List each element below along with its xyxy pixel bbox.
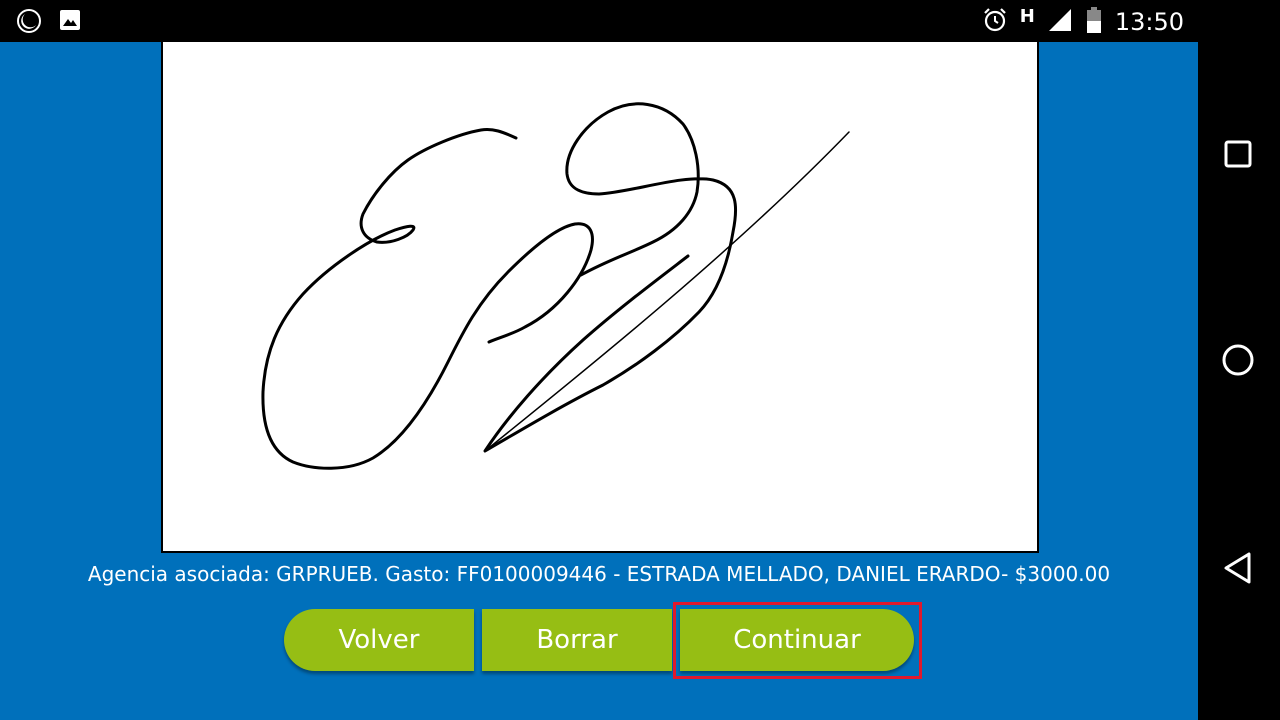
moon-icon (16, 8, 42, 38)
status-bar: H 13:50 (0, 0, 1198, 42)
home-icon[interactable] (1220, 342, 1256, 378)
clock: 13:50 (1114, 8, 1184, 36)
borrar-button[interactable]: Borrar (482, 609, 672, 671)
continuar-button[interactable]: Continuar (680, 609, 914, 671)
expense-caption: Agencia asociada: GRPRUEB. Gasto: FF0100… (87, 562, 1111, 586)
network-type-label: H (1019, 5, 1035, 27)
signature-pad[interactable] (161, 42, 1039, 553)
image-icon (58, 8, 82, 38)
navigation-bar (1198, 0, 1280, 720)
signature-drawing (261, 102, 850, 470)
volver-button[interactable]: Volver (284, 609, 474, 671)
back-icon[interactable] (1220, 550, 1256, 586)
battery-icon (1085, 6, 1103, 38)
signal-icon (1047, 7, 1073, 37)
alarm-icon (982, 7, 1008, 37)
recents-icon[interactable] (1220, 136, 1256, 172)
